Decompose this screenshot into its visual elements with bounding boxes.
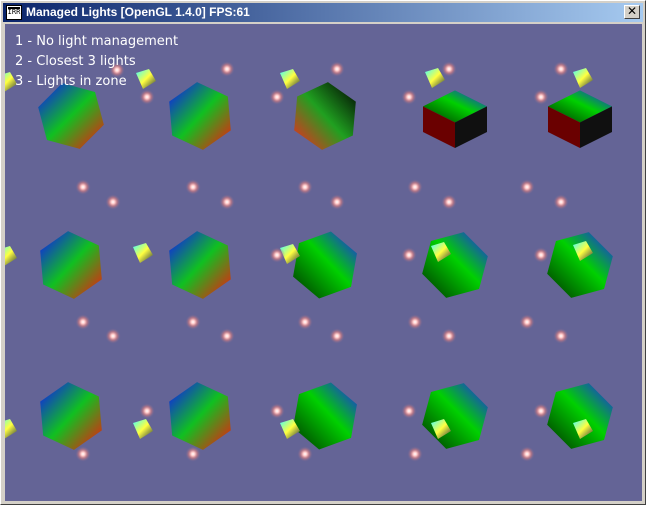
light-41 [519, 446, 535, 462]
cube-r2-c1 [40, 231, 102, 299]
light-14 [519, 179, 535, 195]
light-3 [329, 61, 345, 77]
small-cube-9 [133, 419, 153, 439]
light-2 [219, 61, 235, 77]
light-20 [269, 247, 285, 263]
light-21 [401, 247, 417, 263]
light-30 [329, 328, 345, 344]
cube-r2-c4 [422, 232, 488, 298]
hud-line-no-light-management: 1 - No light management [15, 34, 179, 49]
light-25 [297, 314, 313, 330]
small-cube-5 [133, 243, 153, 263]
light-40 [407, 446, 423, 462]
3d-scene [5, 61, 613, 462]
light-5 [553, 61, 569, 77]
window-title: Managed Lights [OpenGL 1.4.0] FPS:61 [26, 5, 250, 19]
light-31 [441, 328, 457, 344]
light-9 [533, 89, 549, 105]
light-28 [105, 328, 121, 344]
cube-r3-c2 [169, 382, 231, 450]
close-button[interactable]: ✕ [624, 5, 640, 19]
light-15 [105, 194, 121, 210]
light-11 [185, 179, 201, 195]
small-cube-15 [5, 419, 17, 439]
cube-r3-c4 [422, 383, 488, 449]
light-34 [269, 403, 285, 419]
hud-line-lights-in-zone: 3 - Lights in zone [15, 74, 127, 89]
light-35 [401, 403, 417, 419]
light-8 [401, 89, 417, 105]
light-10 [75, 179, 91, 195]
light-18 [441, 194, 457, 210]
cube-r2-c2 [169, 231, 231, 299]
small-cube-2 [280, 69, 300, 89]
cube-r3-c1 [40, 382, 102, 450]
light-26 [407, 314, 423, 330]
light-24 [185, 314, 201, 330]
light-29 [219, 328, 235, 344]
hud-help-text: 1 - No light management 2 - Closest 3 li… [15, 32, 178, 92]
light-33 [139, 403, 155, 419]
hud-line-closest-3-lights: 2 - Closest 3 lights [15, 54, 136, 69]
cube-r2-c5 [547, 232, 613, 298]
light-22 [533, 247, 549, 263]
cube-r1-c1 [38, 83, 104, 149]
light-16 [219, 194, 235, 210]
light-4 [441, 61, 457, 77]
cube-r1-c2 [169, 82, 231, 150]
render-viewport[interactable]: 1 - No light management 2 - Closest 3 li… [5, 24, 642, 501]
light-23 [75, 314, 91, 330]
app-window: IRR Managed Lights [OpenGL 1.4.0] FPS:61… [0, 0, 646, 505]
light-17 [329, 194, 345, 210]
cube-r2-c3 [293, 231, 357, 299]
light-13 [407, 179, 423, 195]
cube-r3-c3 [293, 382, 357, 450]
light-12 [297, 179, 313, 195]
small-cube-14 [5, 246, 17, 266]
light-37 [75, 446, 91, 462]
small-cube-4 [573, 68, 593, 88]
light-19 [553, 194, 569, 210]
irrlicht-logo-icon: IRR [6, 5, 22, 20]
light-7 [269, 89, 285, 105]
light-38 [185, 446, 201, 462]
light-32 [553, 328, 569, 344]
title-bar[interactable]: IRR Managed Lights [OpenGL 1.4.0] FPS:61… [3, 3, 643, 22]
light-36 [533, 403, 549, 419]
light-27 [519, 314, 535, 330]
cube-r1-c3 [294, 82, 356, 150]
light-39 [297, 446, 313, 462]
